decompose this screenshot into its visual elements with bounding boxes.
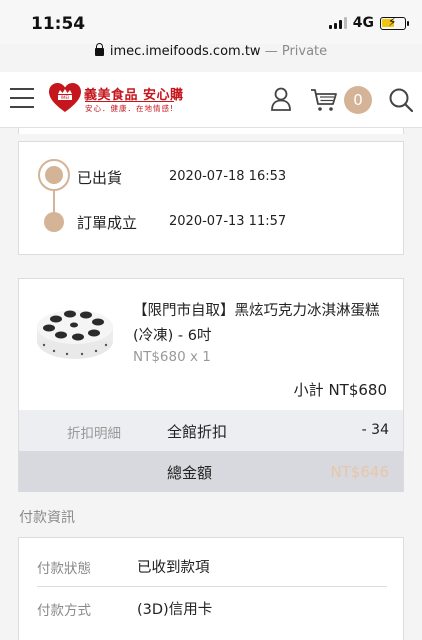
discount-value: - 34	[361, 422, 389, 438]
status-bar: 11:54 4G ⚡	[0, 0, 422, 44]
status-time: 11:54	[31, 14, 86, 34]
payment-section-title: 付款資訊	[19, 510, 75, 526]
timeline-dot	[44, 212, 64, 232]
total-label: 總金額	[167, 464, 213, 482]
discount-row: 折扣明細 全館折扣 - 34	[18, 410, 404, 451]
timeline-status: 訂單成立	[77, 214, 138, 232]
url-domain: imec.imeifoods.com.tw	[109, 44, 261, 59]
cart-count-badge[interactable]: 0	[344, 86, 372, 114]
timeline-current-dot	[38, 159, 70, 191]
private-label: — Private	[260, 44, 328, 59]
payment-status-value: 已收到款項	[137, 560, 210, 576]
timeline-status: 已出貨	[77, 169, 123, 187]
menu-icon[interactable]	[10, 88, 34, 108]
payment-method-label: 付款方式	[37, 603, 91, 619]
total-value: NT$646	[330, 463, 389, 481]
product-image[interactable]	[34, 301, 116, 363]
logo-mark-text: IMEI	[61, 95, 69, 100]
payment-info: 付款狀態 已收到款項 付款方式 (3D)信用卡	[18, 537, 404, 640]
site-logo[interactable]: IMEI 義美食品 安心購 安心．健康．在地情感!	[48, 82, 208, 116]
battery-icon: ⚡	[380, 15, 409, 30]
total-row: 總金額 NT$646	[18, 451, 404, 492]
item-subtotal: 小計 NT$680	[293, 381, 387, 399]
discount-label: 折扣明細	[67, 426, 121, 442]
payment-method-value: (3D)信用卡	[137, 602, 213, 618]
previous-card-edge	[18, 128, 404, 134]
timeline-time: 2020-07-13 11:57	[169, 214, 287, 229]
signal-icon	[328, 17, 347, 29]
product-name[interactable]: 【限門市自取】黑炫巧克力冰淇淋蛋糕(冷凍) - 6吋	[133, 299, 393, 349]
order-item: 【限門市自取】黑炫巧克力冰淇淋蛋糕(冷凍) - 6吋 NT$680 x 1 小計…	[18, 278, 404, 410]
cart-icon[interactable]	[310, 88, 338, 112]
timeline-time: 2020-07-18 16:53	[169, 169, 287, 184]
logo-slogan: 安心．健康．在地情感!	[85, 101, 175, 114]
order-detail-page: 11:54 4G ⚡ imec.imeifoods.com.tw — Priva…	[0, 0, 422, 640]
network-type: 4G	[352, 15, 374, 31]
discount-name: 全館折扣	[167, 423, 228, 441]
lock-icon	[94, 43, 104, 56]
status-indicators: 4G ⚡	[328, 15, 409, 31]
address-bar[interactable]: imec.imeifoods.com.tw — Private	[0, 43, 422, 68]
product-price-qty: NT$680 x 1	[133, 349, 211, 365]
site-header: IMEI 義美食品 安心購 安心．健康．在地情感! 0	[0, 72, 422, 128]
search-icon[interactable]	[388, 87, 414, 113]
payment-status-label: 付款狀態	[37, 561, 91, 577]
user-icon[interactable]	[270, 87, 292, 111]
divider	[37, 586, 387, 587]
heart-logo-icon: IMEI	[49, 83, 81, 112]
order-timeline: 已出貨 2020-07-18 16:53 訂單成立 2020-07-13 11:…	[18, 141, 404, 255]
